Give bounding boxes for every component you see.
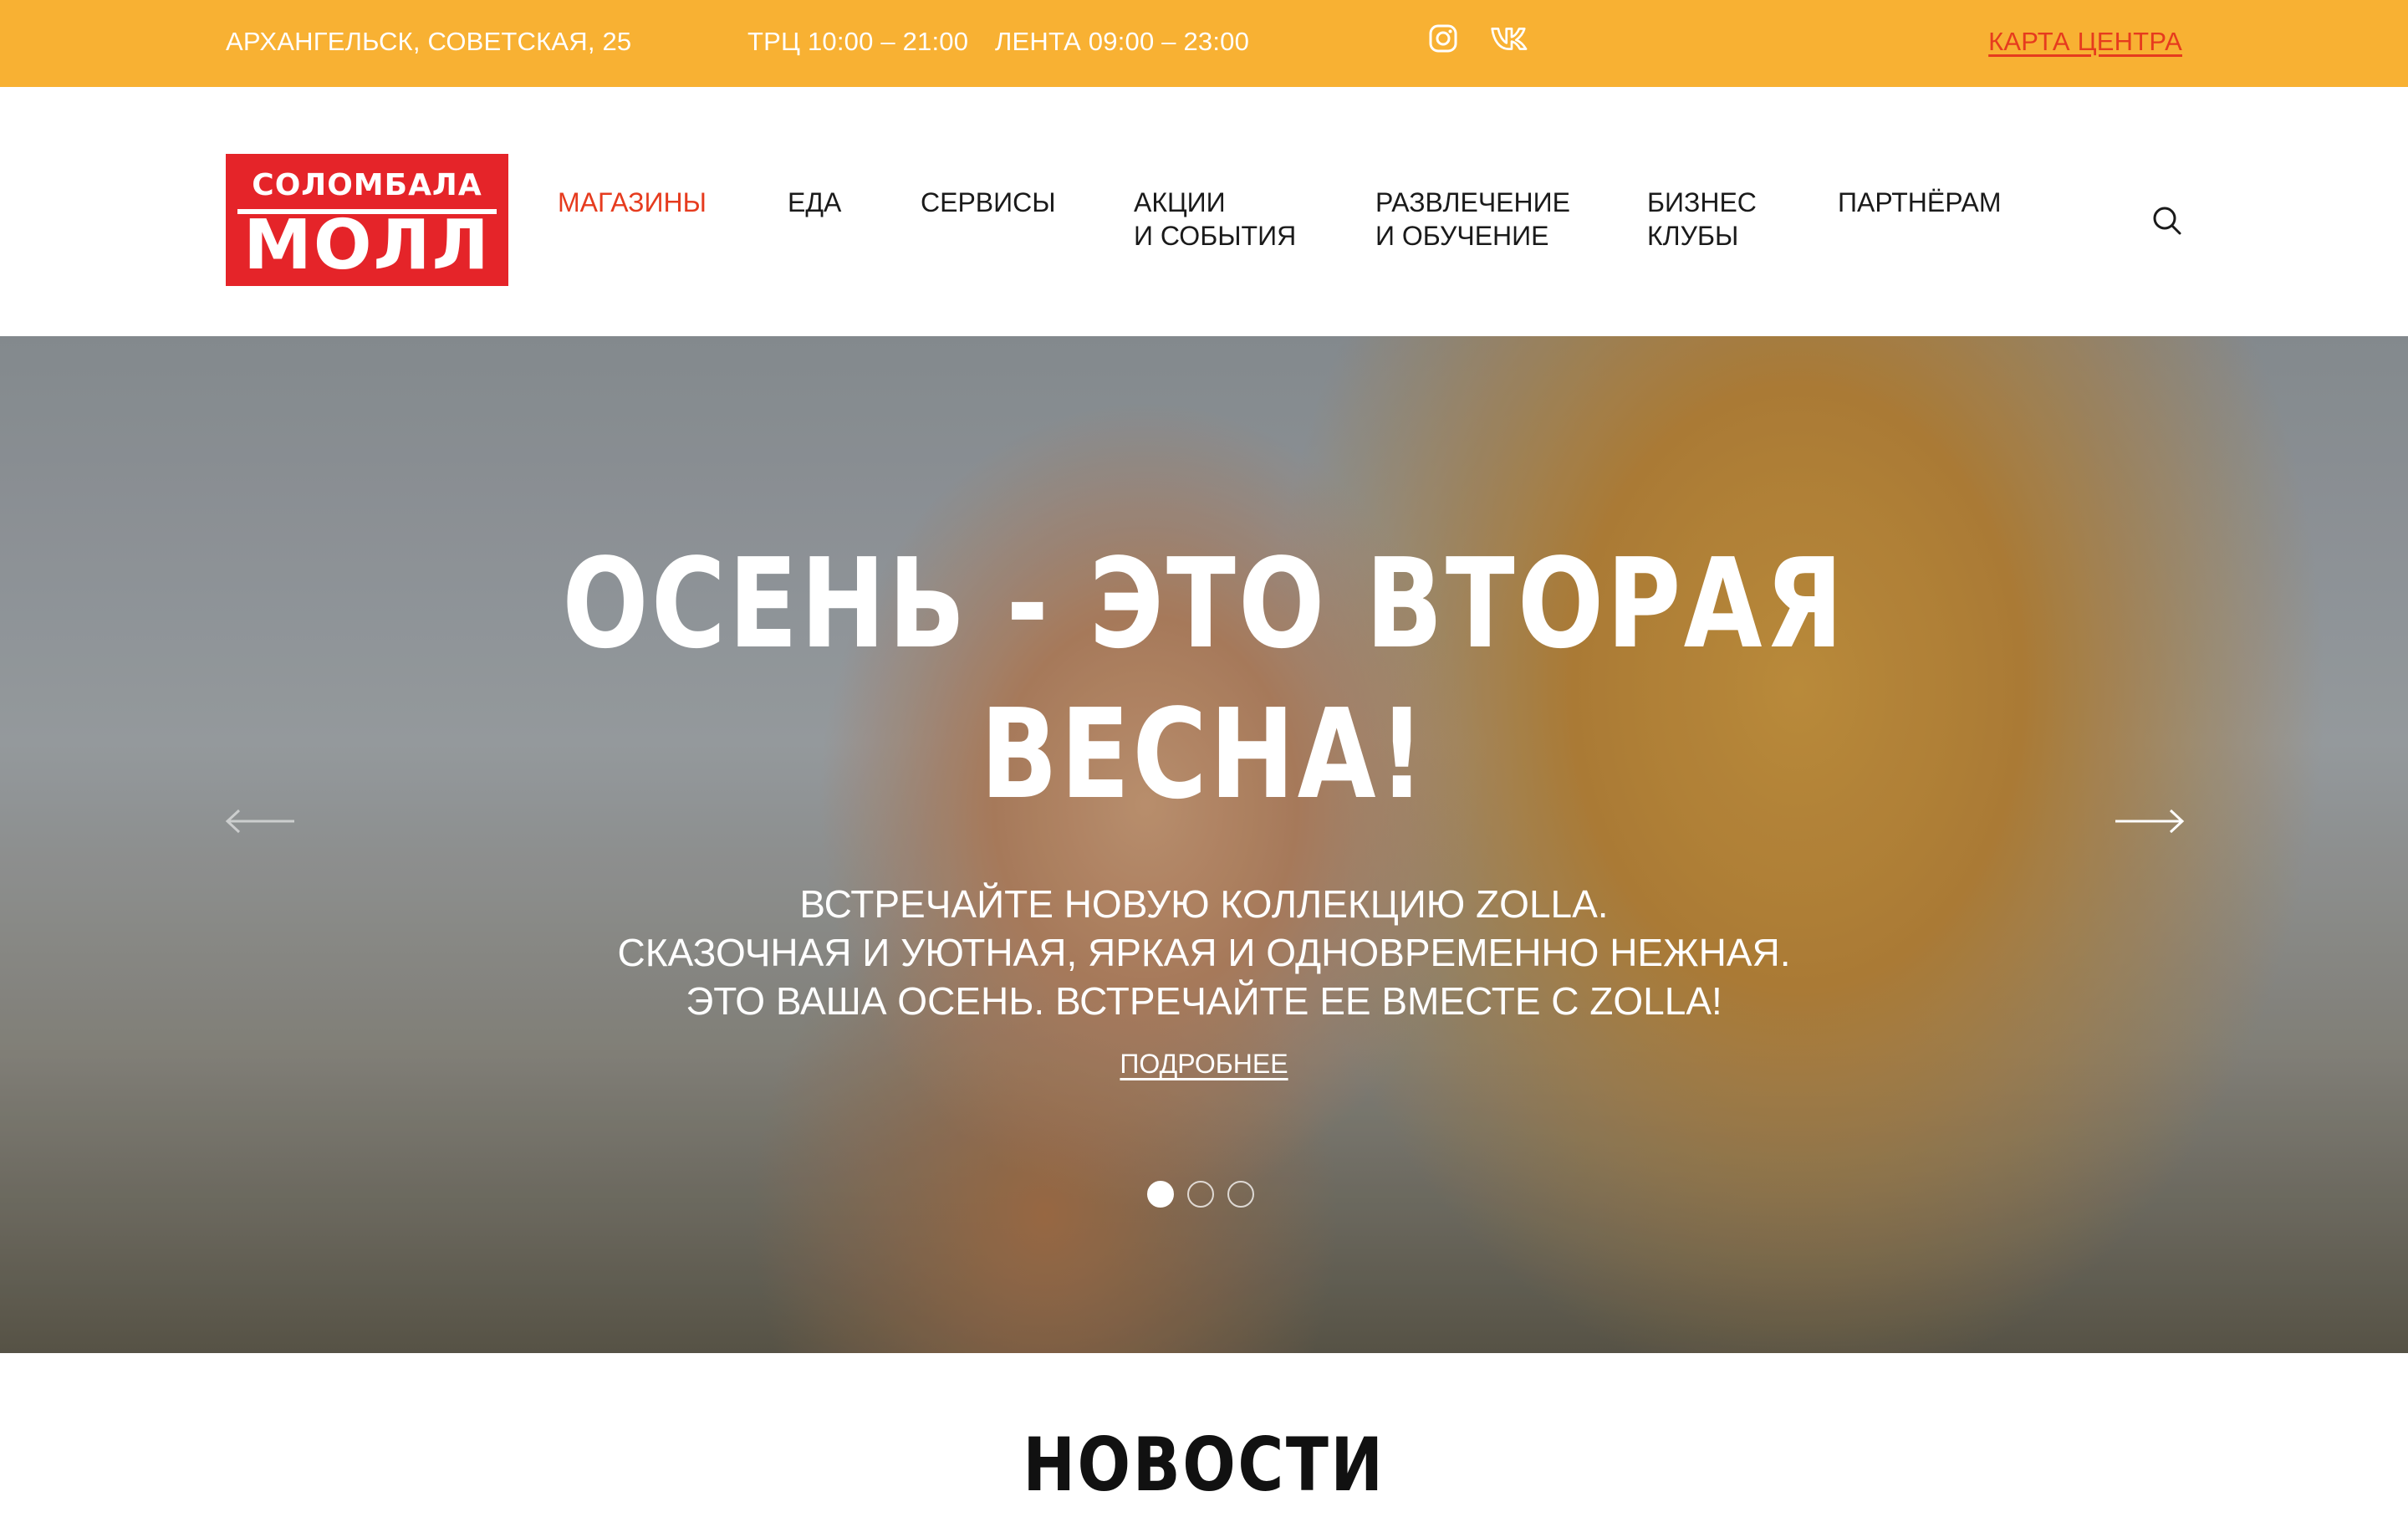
logo[interactable]: СОЛОМБАЛА МОЛЛ <box>226 154 508 286</box>
nav-item-business-clubs[interactable]: БИЗНЕС КЛУБЫ <box>1647 186 1757 253</box>
nav-item-label-2: И ОБУЧЕНИЕ <box>1375 221 1549 251</box>
instagram-icon[interactable] <box>1421 22 1465 55</box>
nav-item-label: МАГАЗИНЫ <box>558 187 707 217</box>
social-links <box>1421 22 1533 55</box>
nav-item-label: АКЦИИ <box>1134 187 1226 217</box>
hero-slider: ОСЕНЬ - ЭТО ВТОРАЯ ВЕСНА! ВСТРЕЧАЙТЕ НОВ… <box>0 336 2408 1353</box>
hero-title-line-1: ОСЕНЬ - ЭТО ВТОРАЯ <box>562 532 1846 676</box>
nav-item-label: ЕДА <box>788 187 842 217</box>
nav-item-label-2: КЛУБЫ <box>1647 221 1739 251</box>
logo-line-1: СОЛОМБАЛА <box>252 168 482 202</box>
more-link[interactable]: ПОДРОБНЕЕ <box>1120 1049 1288 1079</box>
arrow-right-icon[interactable] <box>2114 804 2186 838</box>
hero-more-wrap: ПОДРОБНЕЕ <box>0 1049 2408 1080</box>
nav-item-label: РАЗВЛЕЧЕНИЕ <box>1375 187 1570 217</box>
slider-dot[interactable] <box>1147 1181 1174 1208</box>
nav-item-services[interactable]: СЕРВИСЫ <box>921 186 1056 219</box>
nav-item-label: БИЗНЕС <box>1647 187 1757 217</box>
arrow-left-icon[interactable] <box>224 804 296 838</box>
vk-icon[interactable] <box>1490 22 1533 55</box>
news-section-title: НОВОСТИ <box>1023 1422 1385 1508</box>
slider-dots <box>1147 1181 1254 1208</box>
site-header: СОЛОМБАЛА МОЛЛ МАГАЗИНЫ ЕДА СЕРВИСЫ АКЦИ… <box>0 87 2408 336</box>
top-info-bar: АРХАНГЕЛЬСК, СОВЕТСКАЯ, 25 ТРЦ 10:00 – 2… <box>0 0 2408 87</box>
hero-subtitle-line-1: ВСТРЕЧАЙТЕ НОВУЮ КОЛЛЕКЦИЮ ZOLLA. <box>799 882 1609 926</box>
nav-item-promotions[interactable]: АКЦИИ И СОБЫТИЯ <box>1134 186 1296 253</box>
logo-line-2: МОЛЛ <box>243 206 491 285</box>
slider-dot[interactable] <box>1227 1181 1254 1208</box>
center-map-link[interactable]: КАРТА ЦЕНТРА <box>1988 27 2182 57</box>
address-text: АРХАНГЕЛЬСК, СОВЕТСКАЯ, 25 <box>226 27 632 56</box>
hero-subtitle-line-3: ЭТО ВАША ОСЕНЬ. ВСТРЕЧАЙТЕ ЕЕ ВМЕСТЕ С Z… <box>686 979 1722 1023</box>
hero-subtitle-line-2: СКАЗОЧНАЯ И УЮТНАЯ, ЯРКАЯ И ОДНОВРЕМЕННО… <box>617 931 1791 974</box>
nav-item-shops[interactable]: МАГАЗИНЫ <box>558 186 707 219</box>
nav-item-entertainment[interactable]: РАЗВЛЕЧЕНИЕ И ОБУЧЕНИЕ <box>1375 186 1570 253</box>
hero-subtitle: ВСТРЕЧАЙТЕ НОВУЮ КОЛЛЕКЦИЮ ZOLLA. СКАЗОЧ… <box>0 880 2408 1025</box>
nav-item-food[interactable]: ЕДА <box>788 186 841 219</box>
search-icon[interactable] <box>2150 204 2184 238</box>
nav-item-label: СЕРВИСЫ <box>921 187 1056 217</box>
hero-title: ОСЕНЬ - ЭТО ВТОРАЯ ВЕСНА! <box>217 529 2191 830</box>
nav-item-label: ПАРТНЁРАМ <box>1838 187 2002 217</box>
lenta-hours-text: ЛЕНТА 09:00 – 23:00 <box>995 27 1250 56</box>
mall-hours-text: ТРЦ 10:00 – 21:00 <box>747 27 969 56</box>
nav-item-label-2: И СОБЫТИЯ <box>1134 221 1297 251</box>
hero-title-line-2: ВЕСНА! <box>980 682 1428 826</box>
nav-item-partners[interactable]: ПАРТНЁРАМ <box>1838 186 2001 219</box>
slider-dot[interactable] <box>1187 1181 1214 1208</box>
